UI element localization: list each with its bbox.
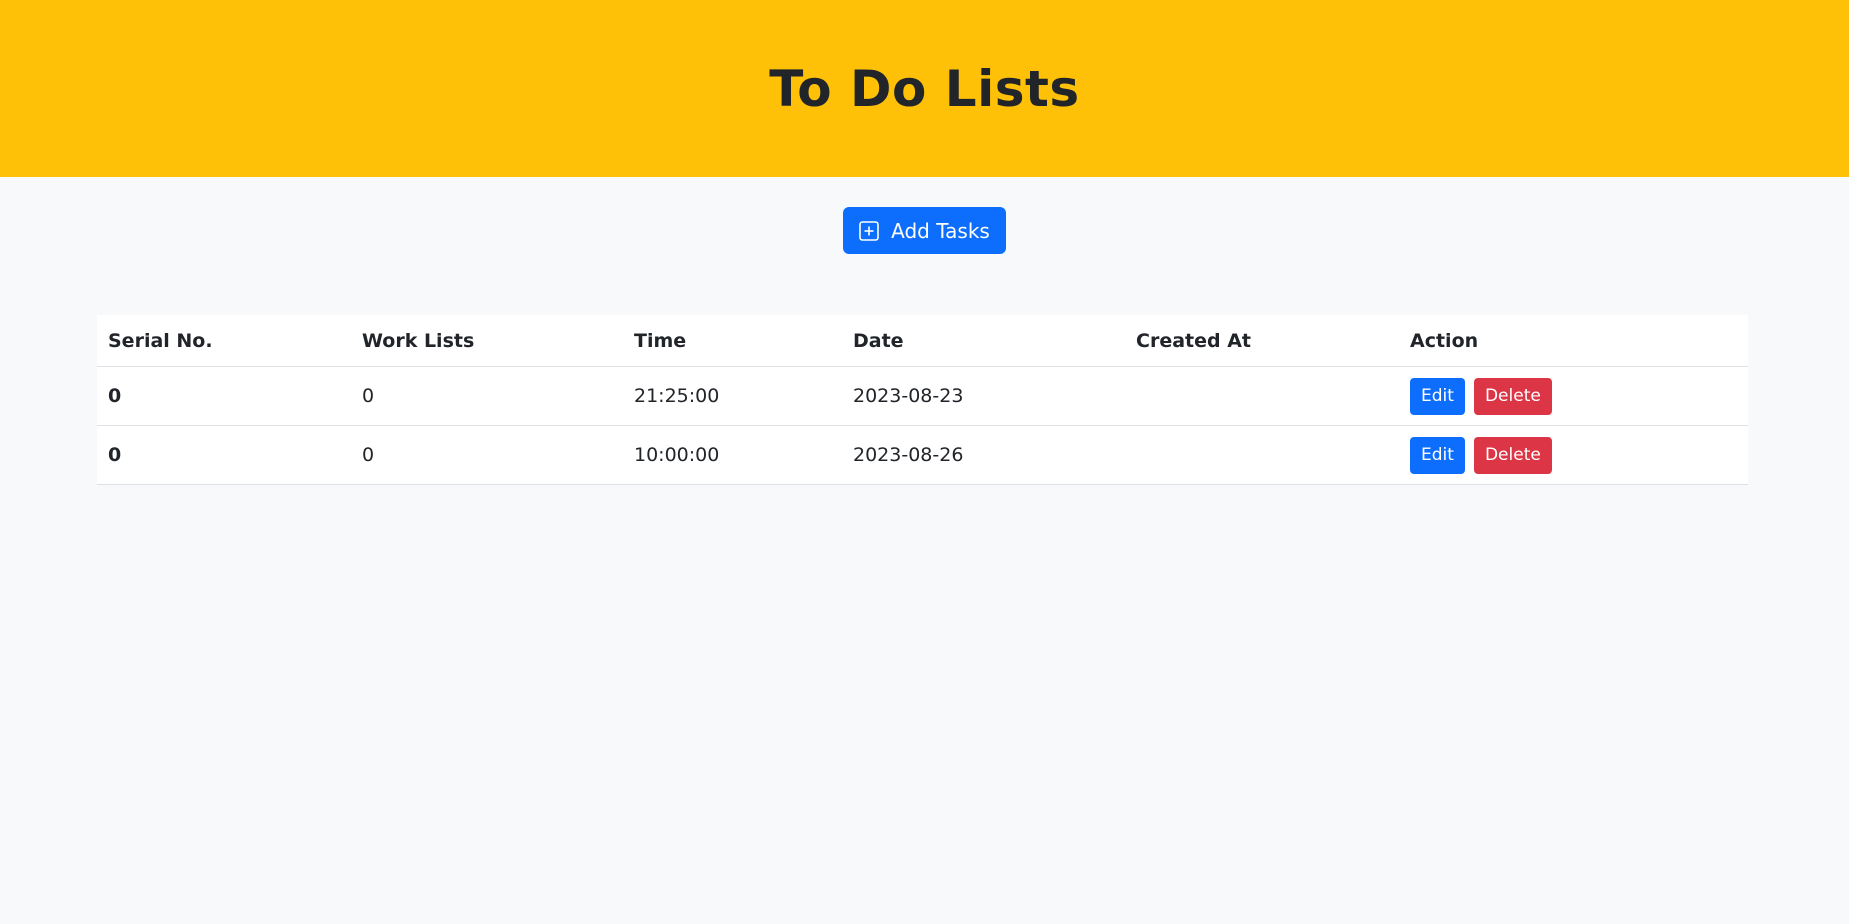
edit-button[interactable]: Edit: [1410, 377, 1465, 415]
add-tasks-button[interactable]: Add Tasks: [843, 207, 1006, 254]
cell-work: 0: [351, 366, 623, 426]
page-title: To Do Lists: [769, 59, 1080, 118]
table-row: 0 0 21:25:00 2023-08-23 Edit Delete: [97, 366, 1748, 426]
column-header-serial: Serial No.: [97, 315, 351, 367]
column-header-work-lists: Work Lists: [351, 315, 623, 367]
cell-time: 10:00:00: [623, 425, 842, 485]
page-header: To Do Lists: [0, 0, 1849, 177]
cell-action: Edit Delete: [1399, 366, 1748, 426]
plus-square-icon: [859, 220, 879, 241]
cell-action: Edit Delete: [1399, 425, 1748, 485]
cell-created-at: [1125, 366, 1399, 426]
cell-serial: 0: [97, 366, 351, 426]
cell-created-at: [1125, 425, 1399, 485]
column-header-action: Action: [1399, 315, 1748, 367]
column-header-time: Time: [623, 315, 842, 367]
cell-date: 2023-08-23: [842, 366, 1125, 426]
delete-button[interactable]: Delete: [1473, 436, 1552, 474]
table-row: 0 0 10:00:00 2023-08-26 Edit Delete: [97, 425, 1748, 485]
cell-date: 2023-08-26: [842, 425, 1125, 485]
edit-button[interactable]: Edit: [1410, 436, 1465, 474]
cell-serial: 0: [97, 425, 351, 485]
table-header-row: Serial No. Work Lists Time Date Created …: [97, 315, 1748, 367]
column-header-date: Date: [842, 315, 1125, 367]
cell-time: 21:25:00: [623, 366, 842, 426]
add-tasks-label: Add Tasks: [891, 218, 990, 243]
delete-button[interactable]: Delete: [1473, 377, 1552, 415]
tasks-table: Serial No. Work Lists Time Date Created …: [97, 315, 1748, 485]
cell-work: 0: [351, 425, 623, 485]
column-header-created-at: Created At: [1125, 315, 1399, 367]
tasks-table-container: Serial No. Work Lists Time Date Created …: [97, 315, 1748, 485]
toolbar: Add Tasks: [0, 207, 1849, 254]
